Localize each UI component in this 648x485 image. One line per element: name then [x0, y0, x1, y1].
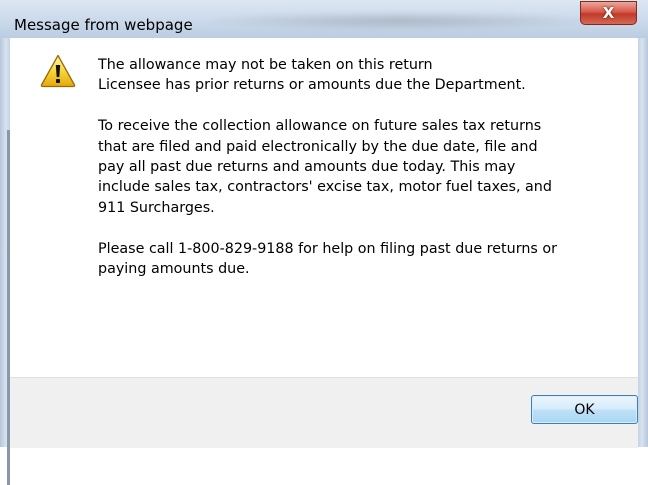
dialog-title: Message from webpage: [14, 16, 193, 34]
title-bar-background-blur: [210, 12, 590, 30]
title-bar[interactable]: Message from webpage X: [0, 0, 648, 38]
dialog-window: Message from webpage X The allowance may…: [0, 0, 648, 485]
message-paragraph-1: The allowance may not be taken on this r…: [98, 55, 618, 96]
message-line: that are filed and paid electronically b…: [98, 138, 538, 155]
message-paragraph-2: To receive the collection allowance on f…: [98, 116, 618, 218]
message-paragraph-3: Please call 1-800-829-9188 for help on f…: [98, 239, 618, 280]
message-line: Licensee has prior returns or amounts du…: [98, 77, 526, 94]
close-button[interactable]: X: [580, 1, 637, 25]
message-line: To receive the collection allowance on f…: [98, 118, 542, 135]
message-line: include sales tax, contractors' excise t…: [98, 179, 552, 196]
message-line: pay all past due returns and amounts due…: [98, 159, 516, 176]
window-right-border: [638, 38, 648, 447]
message-line: The allowance may not be taken on this r…: [98, 57, 433, 73]
message-line: paying amounts due.: [98, 261, 250, 278]
message-text: The allowance may not be taken on this r…: [98, 55, 618, 279]
window-left-border: [0, 38, 10, 485]
close-icon: X: [602, 4, 615, 22]
warning-icon: [40, 54, 76, 88]
message-line: Please call 1-800-829-9188 for help on f…: [98, 240, 558, 257]
ok-button[interactable]: OK: [531, 395, 638, 424]
message-line: 911 Surcharges.: [98, 199, 215, 216]
